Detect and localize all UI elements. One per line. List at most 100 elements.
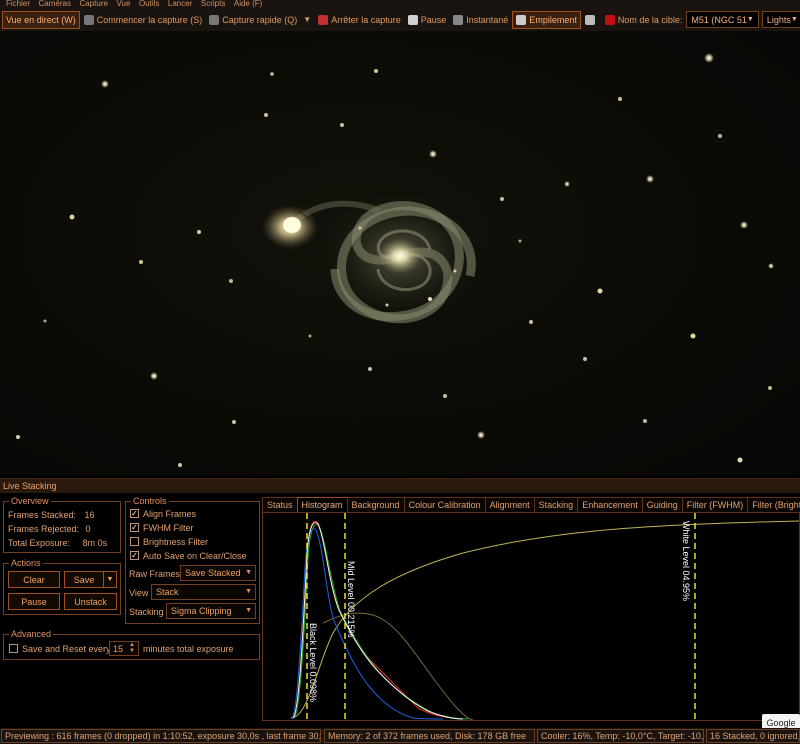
tab-stacking[interactable]: Stacking [533,497,579,512]
save-reset-row: Save and Reset every [9,644,111,654]
actions-group: Actions Clear Save ▼ Pause Unstack [3,558,121,615]
save-button[interactable]: Save [64,571,104,588]
stacking-label: Stacking [129,607,164,617]
total-exposure-value: 8m 0s [82,538,108,548]
fwhm-filter-checkbox[interactable]: ✓ [130,523,139,533]
align-frames-row[interactable]: ✓ Align Frames [130,509,196,519]
view-select[interactable]: Stack ▼ [151,584,256,600]
status-stacked: 16 Stacked, 0 ignored, [706,729,800,743]
disc-icon [584,14,595,25]
frames-stacked-value: 16 [84,510,95,520]
stop-icon [318,14,329,25]
black-level-label: Black Level 0.098% [308,623,318,702]
chevron-down-icon: ▼ [746,16,754,23]
histogram-view[interactable]: Black Level 0.098% Mid Level 00.215% Whi… [262,512,800,721]
menu-file[interactable]: Fichier [6,0,30,8]
brightness-filter-checkbox[interactable] [130,537,139,547]
camera-icon [209,14,220,25]
white-level-label: White Level 04.95% [681,521,691,601]
tab-filter-fwhm[interactable]: Filter (FWHM) [681,497,749,512]
unstack-button[interactable]: Unstack [64,593,117,610]
quick-capture-button[interactable]: Capture rapide (Q) ▼ [206,11,314,29]
snapshot-icon [453,14,464,25]
save-reset-checkbox[interactable] [9,644,18,654]
target-label: Nom de la cible: [602,11,686,29]
tab-filter-brightness[interactable]: Filter (Brightne [747,497,800,512]
chevron-down-icon: ▼ [245,569,252,576]
disc-button[interactable] [582,11,601,29]
toolbar: Vue en direct (W) Commencer la capture (… [0,8,800,31]
live-view-button[interactable]: Vue en direct (W) [2,10,80,29]
chevron-down-icon: ▼ [245,588,252,595]
no-entry-icon [604,14,615,25]
tab-enhancement[interactable]: Enhancement [577,497,643,512]
actions-title: Actions [9,558,43,568]
menu-capture[interactable]: Capture [80,0,108,8]
view-label: View [129,588,149,598]
minutes-stepper[interactable]: 15 ▲ ▼ [109,641,139,656]
brightness-filter-row[interactable]: Brightness Filter [130,537,208,547]
stacking-button[interactable]: Empilement [512,10,581,29]
menu-view[interactable]: Vue [116,0,130,8]
frames-rejected-row: Frames Rejected: 0 [8,524,91,534]
tab-guiding[interactable]: Guiding [641,497,683,512]
pause-stacking-button[interactable]: Pause [8,593,60,610]
tab-background[interactable]: Background [346,497,405,512]
chevron-down-icon: ▼ [245,607,252,614]
overview-group: Overview Frames Stacked: 16 Frames Rejec… [3,496,121,553]
frames-rejected-value: 0 [85,524,91,534]
transfer-curve [290,520,800,719]
menu-launch[interactable]: Lancer [168,0,192,8]
pause-icon [407,14,418,25]
target-name-field[interactable]: M51 (NGC 51 ▼ [686,11,759,28]
auto-save-checkbox[interactable]: ✓ [130,551,139,561]
live-stacking-panel: Live Stacking Overview Frames Stacked: 1… [0,478,800,744]
controls-group: Controls ✓ Align Frames ✓ FWHM Filter Brig… [125,496,260,624]
menu-scripts[interactable]: Scripts [201,0,225,8]
frame-type-select[interactable]: Lights ▼ [761,11,800,28]
stop-capture-button[interactable]: Arrêter la capture [315,11,404,29]
stacking-select[interactable]: Sigma Clipping ▼ [166,603,256,619]
menu-tools[interactable]: Outils [139,0,159,8]
status-preview: Previewing : 616 frames (0 dropped) in 1… [1,729,321,743]
histogram-plot: Black Level 0.098% Mid Level 00.215% Whi… [290,513,800,721]
advanced-group: Advanced Save and Reset every 15 ▲ ▼ minut… [3,629,260,660]
align-frames-checkbox[interactable]: ✓ [130,509,139,519]
raw-frames-label: Raw Frames [129,569,181,579]
raw-frames-select[interactable]: Save Stacked ▼ [180,565,256,581]
tab-histogram[interactable]: Histogram [296,497,348,512]
tab-status[interactable]: Status [262,497,298,512]
chevron-down-icon[interactable]: ▼ [303,15,311,24]
mid-level-label: Mid Level 00.215% [346,561,356,638]
stepper-arrows-icon[interactable]: ▲ ▼ [129,642,135,654]
advanced-title: Advanced [9,629,54,639]
status-bar: Previewing : 616 frames (0 dropped) in 1… [0,728,800,744]
tab-alignment[interactable]: Alignment [484,497,535,512]
panel-title: Live Stacking [0,479,800,493]
clear-button[interactable]: Clear [8,571,60,588]
chevron-down-icon: ▼ [790,16,798,23]
fwhm-filter-row[interactable]: ✓ FWHM Filter [130,523,194,533]
chevron-down-icon: ▼ [106,576,114,583]
total-exposure-row: Total Exposure: 8m 0s [8,538,108,548]
pause-button[interactable]: Pause [405,11,450,29]
menu-bar: Fichier Caméras Capture Vue Outils Lance… [0,0,800,8]
camera-icon [83,14,94,25]
tab-colour-calibration[interactable]: Colour Calibration [403,497,486,512]
stack-icon [516,14,527,25]
status-memory: Memory: 2 of 372 frames used, Disk: 178 … [324,729,535,743]
save-options-button[interactable]: ▼ [103,571,117,588]
frames-stacked-row: Frames Stacked: 16 [8,510,95,520]
status-cooler: Cooler: 16%, Temp: -10,0°C, Target: -10,… [537,729,704,743]
snapshot-button[interactable]: Instantané [450,11,511,29]
start-capture-button[interactable]: Commencer la capture (S) [81,11,206,29]
image-viewport[interactable] [0,31,800,476]
overview-title: Overview [9,496,51,506]
minutes-suffix: minutes total exposure [143,644,234,654]
menu-cameras[interactable]: Caméras [39,0,71,8]
menu-help[interactable]: Aide (F) [234,0,262,8]
panel-tabs: Status Histogram Background Colour Calibrat… [262,497,800,512]
auto-save-row[interactable]: ✓ Auto Save on Clear/Close [130,551,247,561]
galaxy-image [0,31,800,476]
controls-title: Controls [131,496,169,506]
